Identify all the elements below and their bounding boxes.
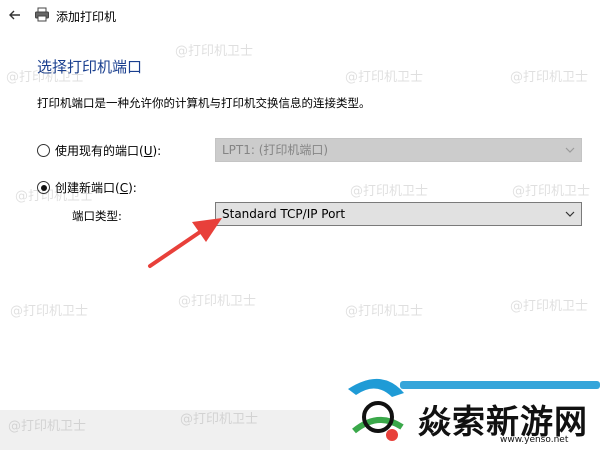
watermark: @打印机卫士 xyxy=(178,294,257,309)
annotation-arrow-icon xyxy=(148,218,222,268)
watermark: @打印机卫士 xyxy=(175,44,254,59)
port-type-select[interactable]: Standard TCP/IP Port xyxy=(215,202,582,226)
new-port-accelerator: C xyxy=(119,181,129,195)
port-type-value: Standard TCP/IP Port xyxy=(222,207,346,221)
existing-port-select[interactable]: LPT1: (打印机端口) xyxy=(215,138,582,162)
watermark: @打印机卫士 xyxy=(512,184,591,199)
title-bar: 添加打印机 xyxy=(0,0,600,32)
new-port-label[interactable]: 创建新端口(C): xyxy=(55,179,137,196)
new-port-label-text: 创建新端口( xyxy=(55,181,120,195)
watermark: @打印机卫士 xyxy=(10,304,89,319)
printer-icon xyxy=(35,7,49,22)
watermark: @打印机卫士 xyxy=(510,299,589,314)
existing-port-label[interactable]: 使用现有的端口(U): xyxy=(55,142,161,159)
watermark: @打印机卫士 xyxy=(510,70,589,85)
back-arrow-icon[interactable] xyxy=(6,6,24,24)
site-logo: 焱索新游网 www.yenso.net xyxy=(330,355,600,450)
new-port-radio[interactable] xyxy=(37,181,50,194)
watermark: @打印机卫士 xyxy=(350,184,429,199)
watermark: @打印机卫士 xyxy=(345,70,424,85)
logo-url: www.yenso.net xyxy=(500,435,569,445)
window-title: 添加打印机 xyxy=(56,10,117,24)
existing-port-label-end: ): xyxy=(152,144,162,158)
port-type-label: 端口类型: xyxy=(72,209,122,223)
chevron-down-icon xyxy=(565,147,575,153)
page-description: 打印机端口是一种允许你的计算机与打印机交换信息的连接类型。 xyxy=(37,96,371,110)
existing-port-radio[interactable] xyxy=(37,144,50,157)
logo-strip xyxy=(400,381,600,389)
footer-bar xyxy=(0,410,330,450)
existing-port-value: LPT1: (打印机端口) xyxy=(222,143,329,157)
chevron-down-icon xyxy=(565,211,575,217)
page-heading: 选择打印机端口 xyxy=(37,58,143,76)
new-port-label-end: ): xyxy=(128,181,137,195)
existing-port-label-text: 使用现有的端口( xyxy=(55,144,144,158)
logo-mark-icon xyxy=(348,378,404,441)
watermark: @打印机卫士 xyxy=(345,304,424,319)
